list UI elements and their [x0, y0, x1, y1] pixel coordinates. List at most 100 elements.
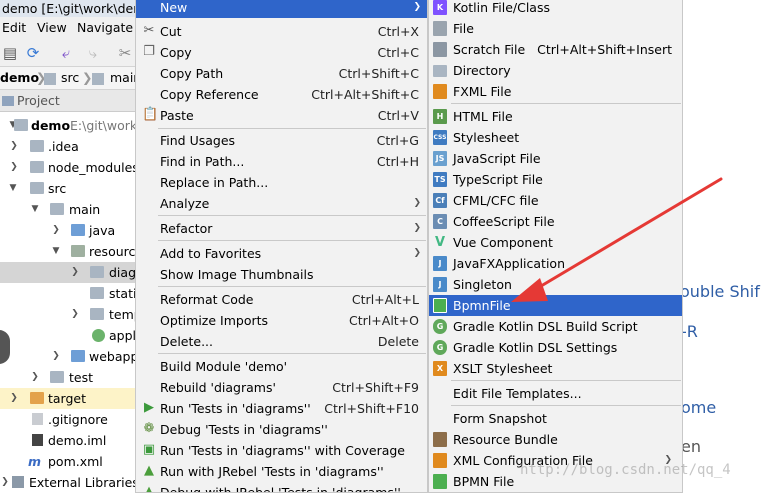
menu-edit[interactable]: Edit [2, 20, 26, 35]
menu-item-optimize-imports[interactable]: Optimize Imports Ctrl+Alt+O [136, 310, 427, 331]
menu-item-refactor[interactable]: Refactor ❯ [136, 218, 427, 239]
menu-item-debug-with-jrebel[interactable]: ▲ Debug with JRebel 'Tests in 'diagrams'… [136, 482, 427, 493]
chevron-right-icon[interactable]: ❯ [9, 388, 19, 409]
tree-row-static[interactable]: statio [0, 283, 140, 304]
chevron-down-icon[interactable]: ▼ [8, 178, 18, 199]
menu-item-cut[interactable]: ✂ Cut Ctrl+X [136, 21, 427, 42]
menu-item-show-image-thumbnails[interactable]: Show Image Thumbnails [136, 264, 427, 285]
tree-row-external-libraries[interactable]: ❯ External Libraries [0, 472, 140, 493]
new-item-form-snapshot[interactable]: Form Snapshot [429, 408, 682, 429]
new-item-gradle-settings[interactable]: G Gradle Kotlin DSL Settings [429, 337, 682, 358]
project-panel-title[interactable]: Project [17, 93, 60, 108]
menu-item-replace-in-path[interactable]: Replace in Path... [136, 172, 427, 193]
menu-item-copy-reference[interactable]: Copy Reference Ctrl+Alt+Shift+C [136, 84, 427, 105]
chevron-right-icon[interactable]: ❯ [30, 367, 40, 388]
menu-item-delete[interactable]: Delete... Delete [136, 331, 427, 352]
new-item-fxml[interactable]: FXML File [429, 81, 682, 102]
tree-row-templates[interactable]: ❯ temp [0, 304, 140, 325]
menu-item-copy[interactable]: ❐ Copy Ctrl+C [136, 42, 427, 63]
new-item-gradle-build-script[interactable]: G Gradle Kotlin DSL Build Script [429, 316, 682, 337]
chevron-right-icon[interactable]: ❯ [51, 346, 61, 367]
menu-item-label: Run with JRebel 'Tests in 'diagrams'' [160, 464, 384, 479]
menu-separator [158, 240, 426, 241]
chevron-right-icon[interactable]: ❯ [70, 304, 80, 325]
bpmn-file-icon [433, 474, 447, 489]
tree-row-demo-iml[interactable]: demo.iml [0, 430, 140, 451]
new-item-bpmnfile[interactable]: BpmnFile [429, 295, 682, 316]
tree-row-pom[interactable]: m pom.xml [0, 451, 140, 472]
new-item-html[interactable]: H HTML File [429, 106, 682, 127]
new-item-xslt[interactable]: X XSLT Stylesheet [429, 358, 682, 379]
chevron-down-icon[interactable]: ▼ [51, 241, 61, 262]
new-item-singleton[interactable]: J Singleton [429, 274, 682, 295]
chevron-right-icon[interactable]: ❯ [51, 220, 61, 241]
menu-item-analyze[interactable]: Analyze ❯ [136, 193, 427, 214]
redo-icon[interactable]: ⤷ [84, 44, 102, 62]
save-icon[interactable]: ▤ [1, 44, 19, 62]
menu-item-label: New [160, 0, 188, 15]
menu-item-label: Copy [160, 45, 192, 60]
new-item-resource-bundle[interactable]: Resource Bundle [429, 429, 682, 450]
new-item-vue[interactable]: V Vue Component [429, 232, 682, 253]
menu-item-rebuild[interactable]: Rebuild 'diagrams' Ctrl+Shift+F9 [136, 377, 427, 398]
tree-row-application[interactable]: appli [0, 325, 140, 346]
menu-item-run-with-jrebel[interactable]: ▲ Run with JRebel 'Tests in 'diagrams'' [136, 461, 427, 482]
menu-navigate[interactable]: Navigate [77, 20, 133, 35]
menu-item-paste[interactable]: 📋 Paste Ctrl+V [136, 105, 427, 126]
tree-row-src[interactable]: ▼ src [0, 178, 140, 199]
chevron-right-icon[interactable]: ❯ [9, 136, 19, 157]
tree-row-main[interactable]: ▼ main [0, 199, 140, 220]
menu-item-debug-tests[interactable]: ❁ Debug 'Tests in 'diagrams'' [136, 419, 427, 440]
new-item-kotlin[interactable]: K Kotlin File/Class [429, 0, 682, 18]
vue-icon: V [434, 235, 446, 250]
sync-icon[interactable]: ⟳ [24, 44, 42, 62]
menu-item-find-in-path[interactable]: Find in Path... Ctrl+H [136, 151, 427, 172]
new-item-file[interactable]: File [429, 18, 682, 39]
folder-icon [30, 182, 44, 194]
menu-item-build-module[interactable]: Build Module 'demo' [136, 356, 427, 377]
breadcrumb-src[interactable]: src [61, 70, 79, 85]
menu-view[interactable]: View [37, 20, 67, 35]
menu-item-label: Cut [160, 24, 182, 39]
chevron-right-icon[interactable]: ❯ [9, 157, 19, 178]
tree-row-webapp[interactable]: ❯ webapp [0, 346, 140, 367]
menu-item-run-tests[interactable]: ▶ Run 'Tests in 'diagrams'' Ctrl+Shift+F… [136, 398, 427, 419]
menu-item-copy-path[interactable]: Copy Path Ctrl+Shift+C [136, 63, 427, 84]
tree-row-java[interactable]: ❯ java [0, 220, 140, 241]
breadcrumb-demo[interactable]: demo [0, 70, 39, 85]
new-item-cfml[interactable]: Cf CFML/CFC file [429, 190, 682, 211]
tree-row-target[interactable]: ❯ target [0, 388, 140, 409]
chevron-down-icon[interactable]: ▼ [30, 199, 40, 220]
new-item-edit-file-templates[interactable]: Edit File Templates... [429, 383, 682, 404]
new-item-stylesheet[interactable]: CSS Stylesheet [429, 127, 682, 148]
cut-icon[interactable]: ✂ [116, 44, 134, 62]
new-item-javafx[interactable]: J JavaFXApplication [429, 253, 682, 274]
tree-row-gitignore[interactable]: .gitignore [0, 409, 140, 430]
tree-row-node-modules[interactable]: ❯ node_modules [0, 157, 140, 178]
menu-item-find-usages[interactable]: Find Usages Ctrl+G [136, 130, 427, 151]
html-icon: H [433, 109, 447, 124]
tree-row-diagrams[interactable]: ❯ diag [0, 262, 140, 283]
submenu-arrow-icon: ❯ [413, 223, 421, 233]
tree-row-resources[interactable]: ▼ resource [0, 241, 140, 262]
menu-item-add-to-favorites[interactable]: Add to Favorites ❯ [136, 243, 427, 264]
undo-icon[interactable]: ⤶ [57, 44, 75, 62]
tree-row-root[interactable]: ▼ demo E:\git\work [0, 115, 140, 136]
tree-row-idea[interactable]: ❯ .idea [0, 136, 140, 157]
module-folder-icon [14, 119, 28, 131]
chevron-right-icon[interactable]: ❯ [0, 472, 10, 493]
chevron-right-icon[interactable]: ❯ [70, 262, 80, 283]
menu-item-new[interactable]: New ❯ [136, 0, 427, 18]
xslt-icon: X [433, 361, 447, 376]
tree-label: .idea [48, 139, 79, 154]
menu-item-reformat-code[interactable]: Reformat Code Ctrl+Alt+L [136, 289, 427, 310]
toolbar: ▤ ⟳ ⤶ ⤷ ✂ [0, 39, 140, 67]
new-item-coffeescript[interactable]: C CoffeeScript File [429, 211, 682, 232]
menu-item-run-with-coverage[interactable]: ▣ Run 'Tests in 'diagrams'' with Coverag… [136, 440, 427, 461]
new-item-typescript[interactable]: TS TypeScript File [429, 169, 682, 190]
tree-row-test[interactable]: ❯ test [0, 367, 140, 388]
new-item-scratch-file[interactable]: Scratch File Ctrl+Alt+Shift+Insert [429, 39, 682, 60]
project-panel-header: Project [0, 90, 140, 112]
new-item-directory[interactable]: Directory [429, 60, 682, 81]
new-item-javascript[interactable]: JS JavaScript File [429, 148, 682, 169]
